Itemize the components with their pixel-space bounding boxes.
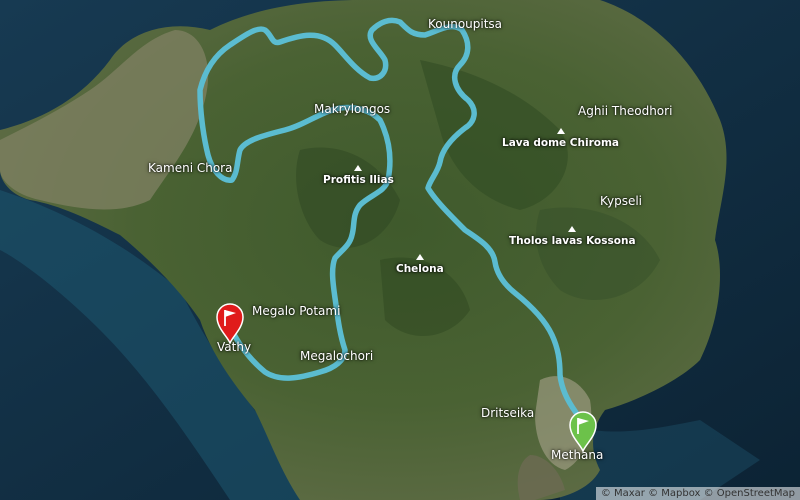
map-attribution[interactable]: © Maxar © Mapbox © OpenStreetMap bbox=[595, 487, 800, 500]
peak-label: Lava dome Chiroma bbox=[502, 137, 620, 149]
peak-tholos-lavas-kossona: Tholos lavas Kossona bbox=[509, 226, 636, 247]
place-label-dritseika: Dritseika bbox=[481, 406, 535, 420]
peak-label: Profitis Ilias bbox=[323, 174, 394, 186]
place-label-aghii-theodhori: Aghii Theodhori bbox=[578, 104, 673, 118]
start-flag-marker[interactable] bbox=[215, 302, 245, 348]
map-view[interactable]: Kounoupitsa Makrylongos Aghii Theodhori … bbox=[0, 0, 800, 500]
mountain-icon bbox=[568, 226, 577, 232]
flag-marker-icon bbox=[569, 411, 597, 453]
mountain-icon bbox=[556, 128, 565, 134]
place-label-megalo-potami: Megalo Potami bbox=[252, 304, 341, 318]
peak-profitis-ilias: Profitis Ilias bbox=[323, 165, 394, 186]
mountain-icon bbox=[415, 254, 424, 260]
mountain-icon bbox=[354, 165, 363, 171]
place-label-makrylongos: Makrylongos bbox=[314, 102, 391, 116]
place-label-kounoupitsa: Kounoupitsa bbox=[428, 17, 503, 31]
peak-label: Tholos lavas Kossona bbox=[509, 235, 636, 247]
place-label-megalochori: Megalochori bbox=[300, 349, 374, 363]
peak-chelona: Chelona bbox=[396, 254, 444, 275]
peak-label: Chelona bbox=[396, 263, 444, 275]
end-flag-marker[interactable] bbox=[568, 410, 598, 456]
place-label-kameni-chora: Kameni Chora bbox=[148, 161, 233, 175]
map-canvas bbox=[0, 0, 800, 500]
peak-lava-dome-chiroma: Lava dome Chiroma bbox=[502, 128, 619, 149]
flag-marker-icon bbox=[216, 303, 244, 345]
place-label-kypseli: Kypseli bbox=[600, 194, 643, 208]
